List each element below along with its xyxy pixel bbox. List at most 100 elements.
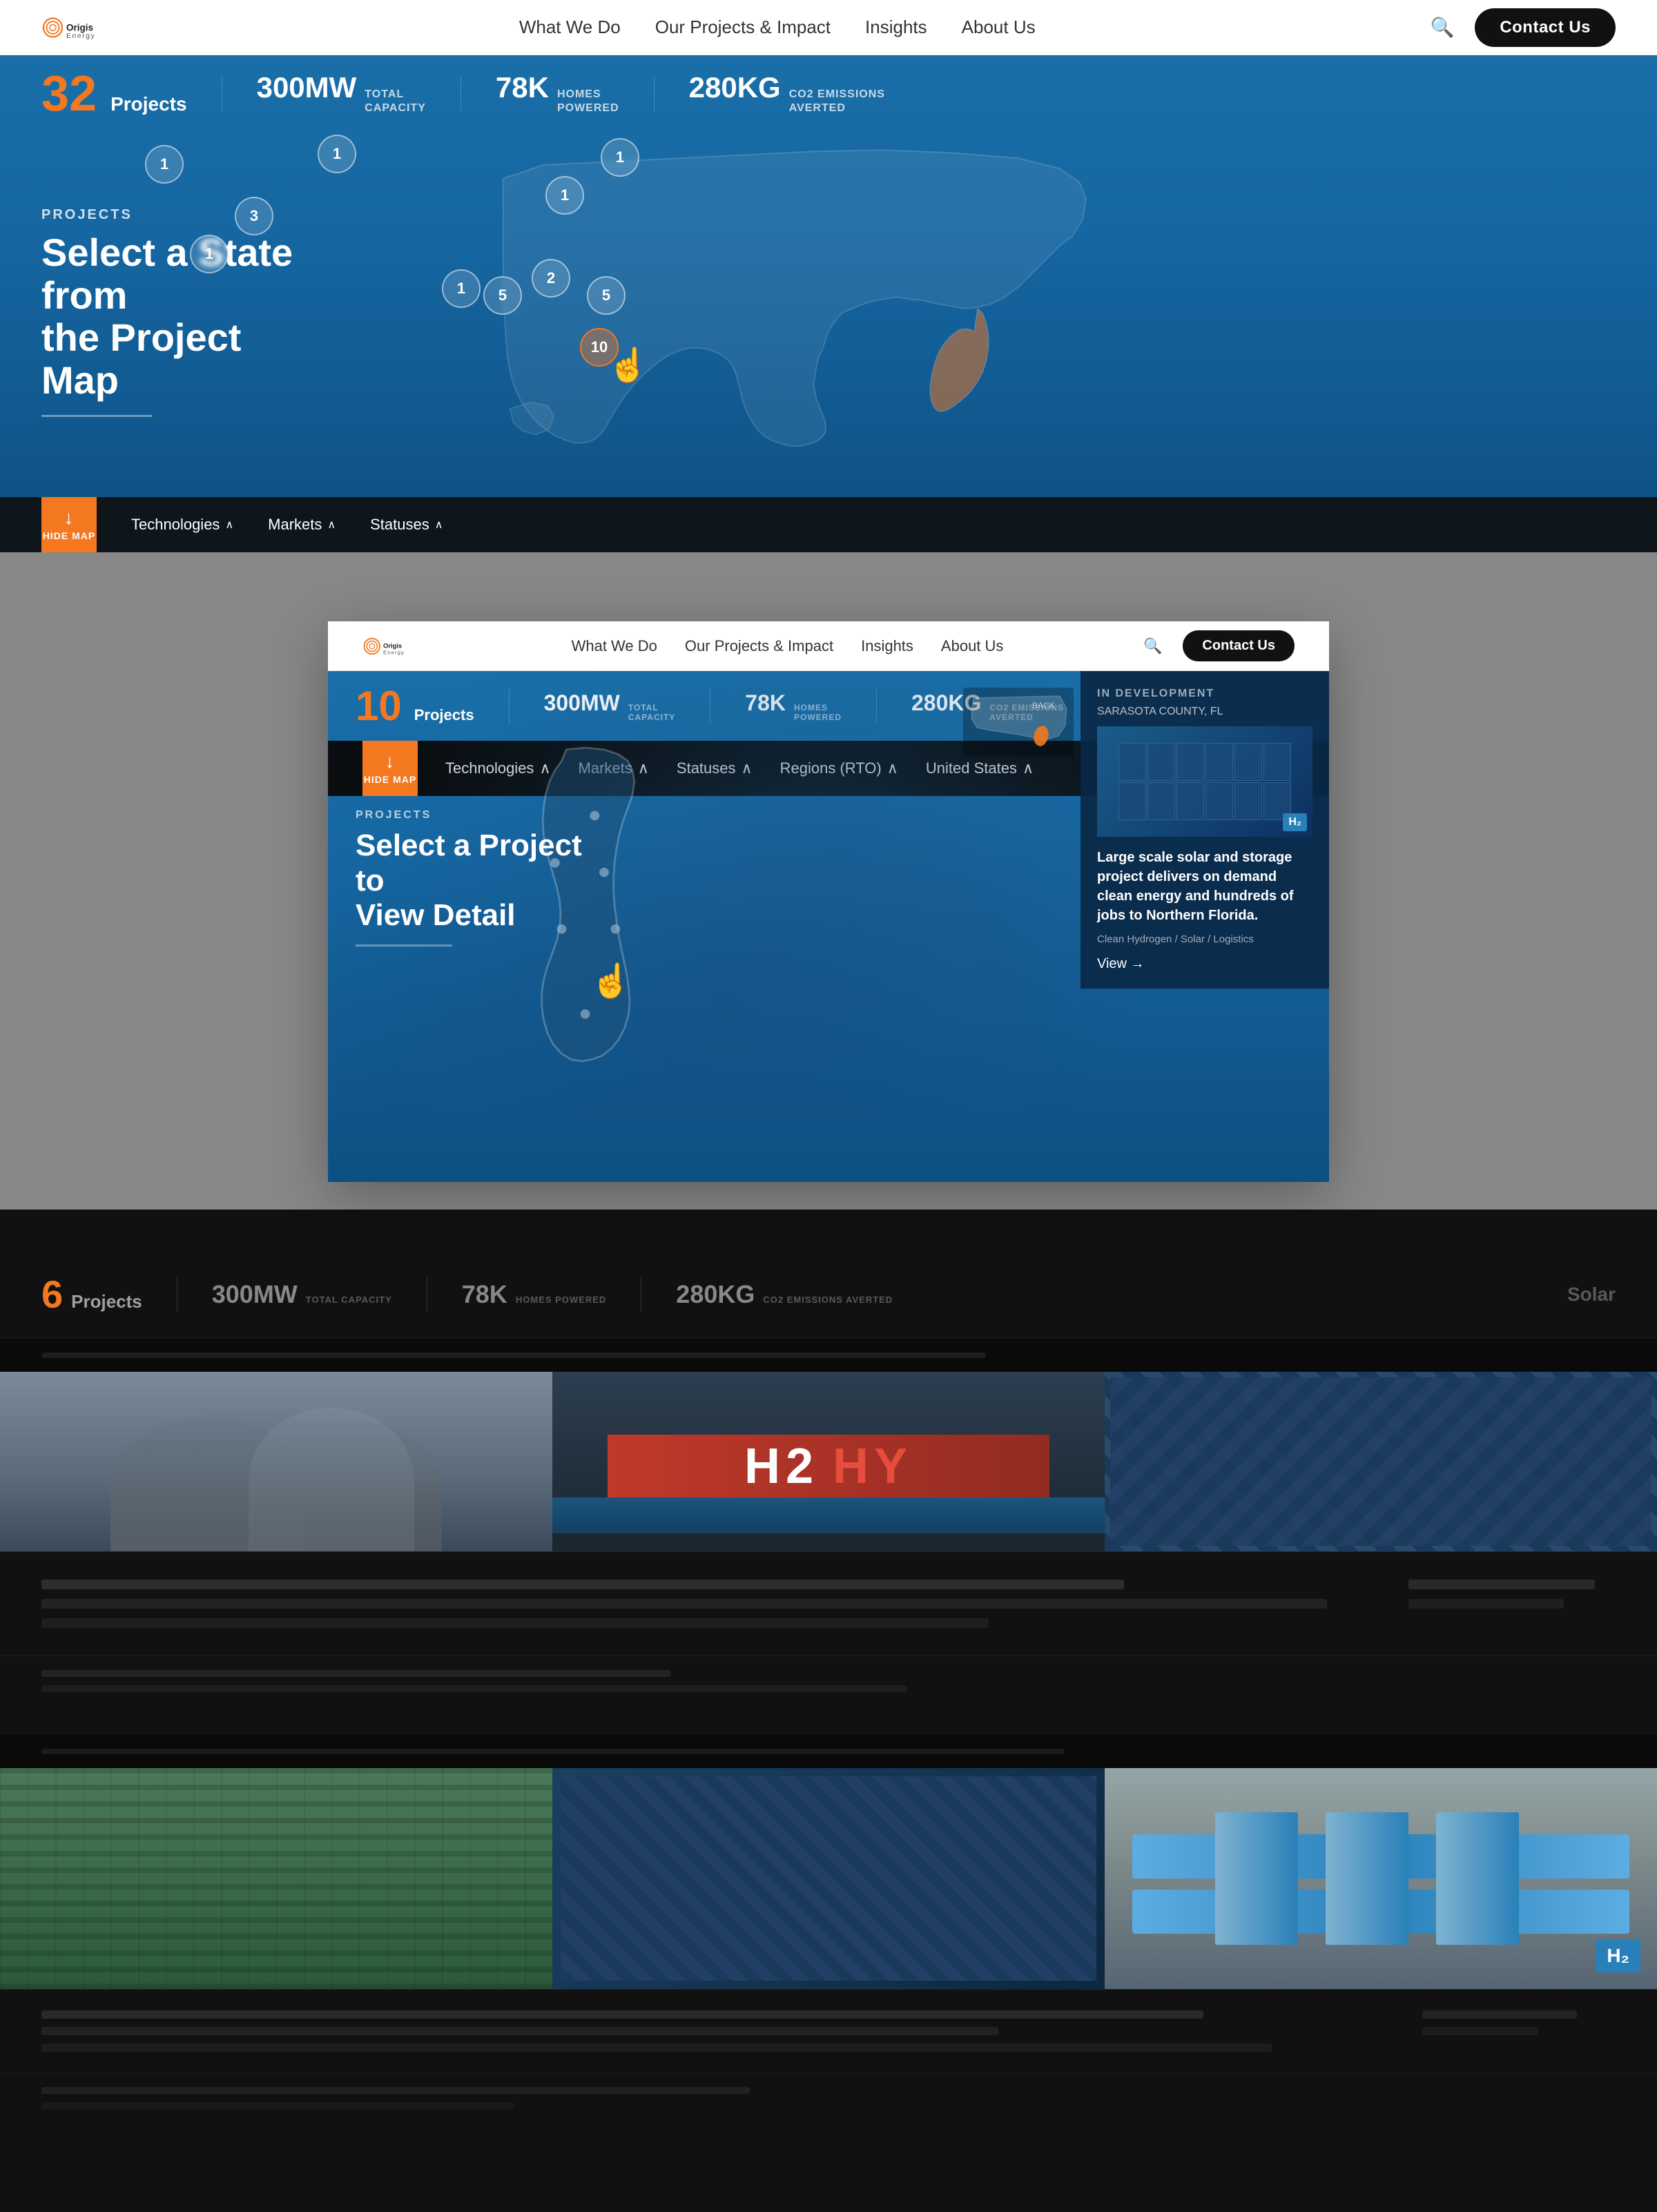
search-icon-s2[interactable]: 🔍 [1143, 637, 1162, 655]
logo[interactable]: Origis Energy [41, 12, 124, 43]
homes-value: 78K [496, 73, 549, 102]
svg-text:Energy: Energy [383, 649, 405, 655]
capacity-value: 300MW [257, 73, 357, 102]
filter-markets[interactable]: Markets ∧ [268, 516, 336, 534]
select-state-title: Select a State from the Project Map [41, 231, 318, 401]
filter-statuses[interactable]: Statuses ∧ [370, 516, 443, 534]
florida-map-section: 10 Projects 300MW TOTAL CAPACITY 78K HOM… [328, 671, 1329, 1182]
section5-text-block-2 [0, 2073, 1657, 2123]
title-divider [41, 415, 152, 417]
text-line-4 [1408, 1580, 1595, 1589]
usa-minimap: BACK [963, 688, 1074, 757]
section5-nav-bar [0, 1734, 1657, 1768]
projects-label: Projects [110, 93, 187, 115]
chevron-statuses-icon: ∧ [435, 518, 443, 532]
cursor-hand-florida: ☝ [590, 961, 632, 1000]
section2-nav: Origis Energy What We Do Our Projects & … [328, 621, 1329, 671]
map-bubble-sc2[interactable]: 2 [532, 259, 570, 298]
co2-value: 280KG [689, 73, 781, 102]
section-5-content: H₂ [0, 1734, 1657, 2123]
s2-nav-projects[interactable]: Our Projects & Impact [685, 637, 833, 655]
section-2-container: Origis Energy What We Do Our Projects & … [328, 621, 1329, 1182]
content-img-solar [1105, 1372, 1657, 1551]
cursor-hand: ☝ [608, 345, 649, 385]
map-bubble-wc1[interactable]: 1 [545, 176, 584, 215]
s5-text-line-4 [1422, 2010, 1577, 2019]
s5-text-line-6 [41, 2087, 750, 2094]
text-line-2 [41, 1599, 1327, 1609]
capacity-stat: 300MW TOTAL CAPACITY [257, 73, 426, 114]
projects-section-label-s2: PROJECTS [356, 809, 590, 822]
content-images-strip: H2 HY [0, 1372, 1657, 1551]
svg-text:Origis: Origis [66, 22, 93, 32]
content-img-people [0, 1372, 552, 1551]
projects-stat: 32 Projects [41, 69, 187, 119]
co2-stat: 280KG CO2 EMISSIONS AVERTED [689, 73, 885, 114]
s3-projects-stat: 6 Projects [41, 1272, 142, 1317]
s3-homes-stat: 78K HOMES POWERED [462, 1280, 607, 1309]
project-card: IN DEVELOPMENT SARASOTA COUNTY, FL [1081, 671, 1329, 989]
nav-item-insights[interactable]: Insights [865, 17, 927, 38]
s2-nav-insights[interactable]: Insights [861, 637, 913, 655]
section5-text-block-1 [0, 1989, 1657, 2073]
search-icon[interactable]: 🔍 [1430, 16, 1454, 39]
nav-item-what-we-do[interactable]: What We Do [519, 17, 621, 38]
h2-label-small: H₂ [1283, 813, 1307, 831]
hide-map-label: HIDE MAP [43, 530, 95, 541]
stat-divider-3 [654, 77, 655, 111]
chevron-markets-icon: ∧ [327, 518, 336, 532]
section2-nav-links: What We Do Our Projects & Impact Insight… [572, 637, 1004, 655]
content-img-aerial [0, 1768, 552, 1989]
content-img-pipeline: H₂ [1105, 1768, 1657, 1989]
s5-text-line-1 [41, 2010, 1203, 2019]
svg-text:BACK: BACK [1032, 701, 1055, 710]
section4-nav-bar [0, 1337, 1657, 1372]
text-line-1 [41, 1580, 1124, 1589]
projects-section-label: PROJECTS [41, 207, 318, 223]
section-2-wrapper: Origis Energy What We Do Our Projects & … [0, 552, 1657, 1210]
content-img-solar-close [552, 1768, 1105, 1989]
section2-logo[interactable]: Origis Energy [362, 634, 432, 659]
map-bubble-nw1[interactable]: 1 [145, 145, 184, 184]
section4-text-block-1 [0, 1551, 1657, 1656]
contact-button[interactable]: Contact Us [1475, 8, 1616, 47]
nav-links: What We Do Our Projects & Impact Insight… [519, 17, 1036, 38]
map-bubble-cw1[interactable]: 1 [190, 235, 229, 273]
contact-button-s2[interactable]: Contact Us [1183, 630, 1295, 661]
nav-bar-placeholder-2 [41, 1749, 1065, 1754]
s2-nav-what[interactable]: What We Do [572, 637, 657, 655]
stats-row: 32 Projects 300MW TOTAL CAPACITY 78K [0, 55, 1657, 133]
project-img-solar-grid [1118, 743, 1291, 820]
hide-map-button[interactable]: ↓ HIDE MAP [41, 497, 97, 552]
map-bubble-east1[interactable]: 1 [601, 138, 639, 177]
us-map-section: 32 Projects 300MW TOTAL CAPACITY 78K [0, 55, 1657, 552]
arrow-down-icon: ↓ [64, 508, 75, 527]
capacity-label2: CAPACITY [365, 101, 426, 115]
map-bubble-nc1[interactable]: 1 [318, 135, 356, 173]
co2-label1: CO2 EMISSIONS [789, 88, 885, 101]
homes-stat: 78K HOMES POWERED [496, 73, 619, 114]
nav-bar-placeholder [41, 1352, 986, 1358]
s2-nav-about[interactable]: About Us [941, 637, 1004, 655]
map-bubble-sc5b[interactable]: 5 [587, 276, 626, 315]
content-img-h2: H2 HY [552, 1372, 1105, 1551]
s5-text-line-5 [1422, 2027, 1538, 2035]
view-link[interactable]: View → [1097, 956, 1312, 972]
text-line-7 [41, 1685, 907, 1692]
chevron-technologies-icon: ∧ [225, 518, 233, 532]
text-line-6 [41, 1670, 671, 1677]
map-bubble-sc5a[interactable]: 5 [483, 276, 522, 315]
filter-technologies[interactable]: Technologies ∧ [131, 516, 233, 534]
nav-item-projects[interactable]: Our Projects & Impact [655, 17, 831, 38]
map-bubble-3[interactable]: 3 [235, 197, 273, 235]
s3-capacity-stat: 300MW TOTAL CAPACITY [212, 1280, 392, 1309]
project-title-divider [356, 944, 452, 947]
svg-text:Origis: Origis [383, 642, 402, 649]
project-info-panel: PROJECTS Select a Project to View Detail [356, 809, 590, 947]
map-bubble-sc1[interactable]: 1 [442, 269, 481, 308]
text-line-5 [1408, 1599, 1564, 1609]
co2-label2: AVERTED [789, 101, 885, 115]
project-description: Large scale solar and storage project de… [1097, 848, 1312, 925]
nav-item-about[interactable]: About Us [962, 17, 1036, 38]
capacity-label1: TOTAL [365, 88, 426, 101]
